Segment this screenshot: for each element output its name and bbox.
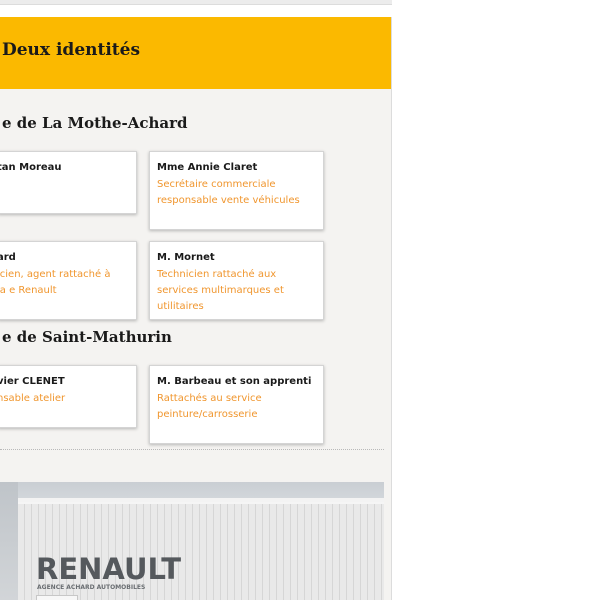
photo-edge — [0, 482, 18, 600]
staff-role: Technicien rattaché aux services multima… — [157, 269, 284, 312]
staff-name: M. Mornet — [157, 252, 215, 263]
agency-building-photo: RENAULT AGENCE ACHARD AUTOMOBILES — [0, 482, 384, 600]
section-heading-mothe-achard: e de La Mothe-Achard — [2, 114, 188, 132]
identities-panel: Deux identités e de La Mothe-Achard tan … — [0, 17, 392, 600]
section-divider — [0, 449, 384, 450]
panel-header: Deux identités — [0, 17, 391, 89]
info-plate — [36, 595, 78, 600]
top-strip — [0, 0, 392, 5]
panel-title: Deux identités — [2, 40, 141, 60]
staff-name: tan Moreau — [0, 162, 62, 173]
renault-sign: RENAULT — [36, 552, 181, 586]
staff-name: M. Barbeau et son apprenti — [157, 376, 312, 387]
staff-name: vier CLENET — [0, 376, 65, 387]
staff-card-mornet: M. Mornet Technicien rattaché aux servic… — [149, 241, 324, 320]
staff-card-ard: ard icien, agent rattaché à la e Renault — [0, 241, 137, 320]
staff-card-claret: Mme Annie Claret Secrétaire commerciale … — [149, 151, 324, 230]
staff-role: nsable atelier — [0, 393, 66, 404]
staff-card-barbeau: M. Barbeau et son apprenti Rattachés au … — [149, 365, 324, 444]
staff-role: icien, agent rattaché à la e Renault — [0, 269, 111, 296]
section-heading-saint-mathurin: e de Saint-Mathurin — [2, 328, 172, 346]
staff-role: Secrétaire commerciale responsable vente… — [157, 179, 300, 206]
staff-card-moreau: tan Moreau — [0, 151, 137, 214]
staff-name: ard — [0, 252, 16, 263]
agency-sign: AGENCE ACHARD AUTOMOBILES — [37, 584, 146, 591]
staff-name: Mme Annie Claret — [157, 162, 258, 173]
staff-role: Rattachés au service peinture/carrosseri… — [157, 393, 262, 420]
staff-card-clenet: vier CLENET nsable atelier — [0, 365, 137, 428]
